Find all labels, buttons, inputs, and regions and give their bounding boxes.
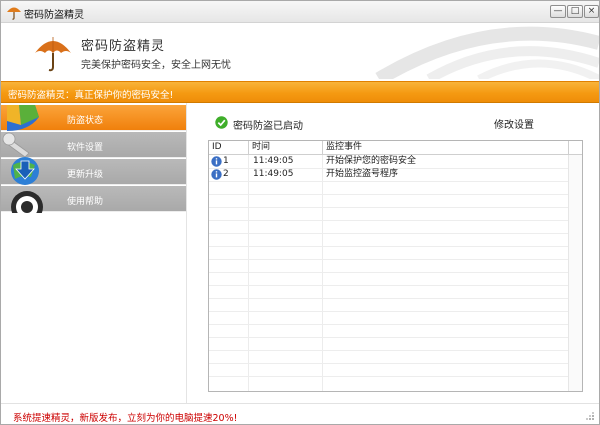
row-event: 开始保护您的密码安全 [326,156,417,166]
header-subtitle: 完美保护密码安全，安全上网无忧 [81,60,231,71]
column-header-id[interactable]: ID [209,141,249,155]
sidebar-item-label: 使用帮助 [67,197,104,207]
maximize-icon: □ [570,6,580,16]
minimize-button[interactable]: — [550,5,566,18]
sidebar-item-label: 防盗状态 [67,116,104,126]
check-icon [215,116,228,129]
sidebar-item-settings[interactable]: 软件设置 [1,132,186,158]
modify-settings-link[interactable]: 修改设置 [494,116,534,131]
status-text: 密码防盗已启动 [233,121,303,132]
main-panel: 密码防盗已启动 修改设置 ID 时间 监控事件 1 11:49:05 开始保护您… [187,103,599,403]
banner-text: 密码防盗精灵：真正保护你的密码安全! [8,90,174,101]
umbrella-icon [7,7,21,20]
close-icon: × [587,6,596,16]
row-time: 11:49:05 [253,156,294,166]
sidebar: 防盗状态 软件设置 更新升级 使用帮助 [1,103,187,403]
column-header-spacer [569,141,582,155]
resize-grip-icon[interactable] [585,411,595,421]
info-icon [211,169,222,180]
column-header-time[interactable]: 时间 [249,141,323,155]
app-window: 密码防盗精灵 — □ × 密码防盗精灵 完美保护密码安全，安全上网无忧 密码防盗… [0,0,600,425]
row-event: 开始监控盗号程序 [326,169,399,179]
sidebar-item-status[interactable]: 防盗状态 [1,105,186,131]
close-button[interactable]: × [584,5,599,18]
umbrella-icon [35,37,71,72]
title-bar[interactable]: 密码防盗精灵 — □ × [1,1,599,23]
window-title: 密码防盗精灵 [24,10,84,21]
sidebar-item-label: 软件设置 [67,143,104,153]
sidebar-item-update[interactable]: 更新升级 [1,159,186,185]
row-time: 11:49:05 [253,169,294,179]
app-header: 密码防盗精灵 完美保护密码安全，安全上网无忧 [1,23,599,79]
minimize-icon: — [553,6,563,16]
table-scrollbar[interactable] [568,155,582,391]
column-header-event[interactable]: 监控事件 [323,141,569,155]
promo-link[interactable]: 系统提速精灵，新版发布，立刻为你的电脑提速20%! [13,410,237,424]
sidebar-item-label: 更新升级 [67,170,104,180]
sidebar-item-help[interactable]: 使用帮助 [1,186,186,212]
row-id: 1 [223,156,229,166]
promo-banner: 密码防盗精灵：真正保护你的密码安全! [1,81,599,103]
header-decoration [375,26,599,79]
info-icon [211,156,222,167]
maximize-button[interactable]: □ [567,5,583,18]
header-title: 密码防盗精灵 [81,39,166,54]
event-log-table: ID 时间 监控事件 1 11:49:05 开始保护您的密码安全 2 11:49… [208,140,583,392]
status-bar: 系统提速精灵，新版发布，立刻为你的电脑提速20%! [1,403,599,424]
row-id: 2 [223,169,229,179]
